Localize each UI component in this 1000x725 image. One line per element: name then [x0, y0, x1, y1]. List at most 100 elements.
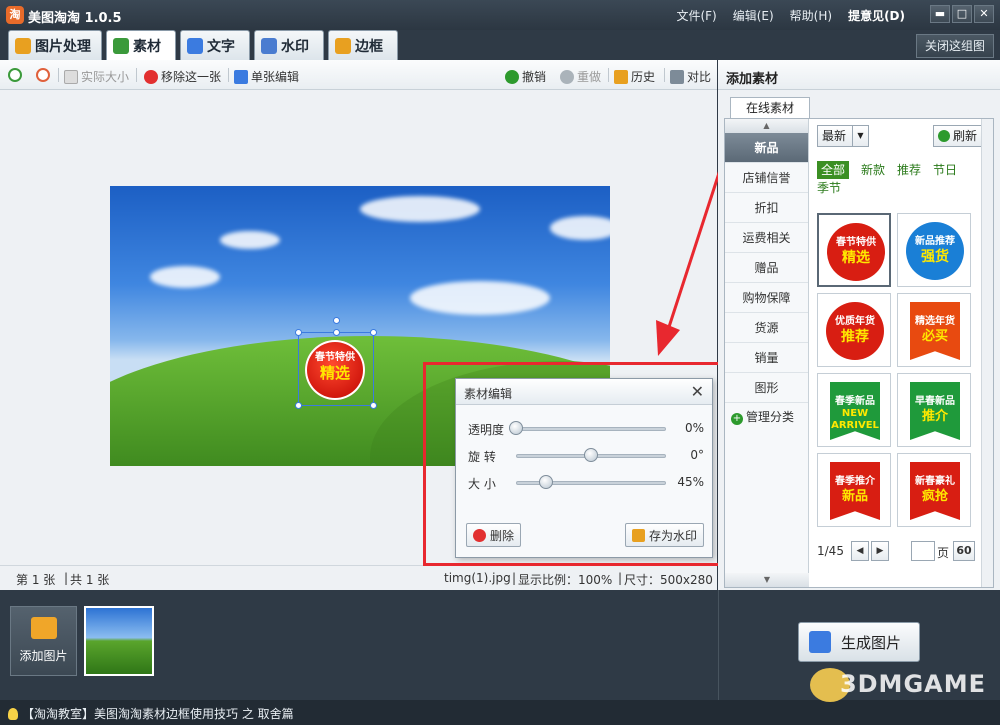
scroll-down-button[interactable]: ▼: [725, 573, 809, 587]
cloud: [550, 216, 610, 240]
sticker-tile[interactable]: 春节特供 精选: [817, 213, 891, 287]
rotate-handle[interactable]: [333, 317, 340, 324]
sticker: 新春豪礼 疯抢: [910, 462, 960, 520]
menu-file[interactable]: 文件(F): [676, 7, 716, 24]
zoom-out-button[interactable]: [36, 68, 53, 82]
tab-image-processing[interactable]: 图片处理: [8, 30, 102, 60]
sticker-tile[interactable]: 新春豪礼 疯抢: [897, 453, 971, 527]
category-item[interactable]: 图形: [725, 373, 808, 403]
add-image-button[interactable]: 添加图片: [10, 606, 77, 676]
history-button[interactable]: 历史: [614, 68, 655, 85]
menu-feedback[interactable]: 提意见(D): [848, 7, 905, 24]
sticker-tile[interactable]: 早春新品 推介: [897, 373, 971, 447]
image-thumbnail[interactable]: [84, 606, 154, 676]
redo-button[interactable]: 重做: [560, 68, 601, 85]
filter-all[interactable]: 全部: [817, 161, 850, 179]
status-page: 第 1 张: [16, 573, 56, 587]
tab-bar: 图片处理 素材 文字 水印 边框 关闭这组图: [0, 30, 1000, 60]
category-item[interactable]: 销量: [725, 343, 808, 373]
resize-handle[interactable]: [295, 402, 302, 409]
category-item[interactable]: 货源: [725, 313, 808, 343]
zoom-in-button[interactable]: [8, 68, 25, 82]
status-divider: |: [64, 571, 69, 585]
close-window-button[interactable]: ✕: [974, 5, 994, 23]
sticker-tile[interactable]: 新品推荐 强货: [897, 213, 971, 287]
border-icon: [335, 37, 351, 54]
resize-handle[interactable]: [295, 329, 302, 336]
remove-one-button[interactable]: 移除这一张: [144, 68, 221, 85]
tab-material[interactable]: 素材: [106, 30, 176, 60]
tab-label: 文字: [207, 38, 235, 55]
sort-select[interactable]: 最新 ▼: [817, 125, 869, 147]
actual-size-label: 实际大小: [81, 70, 130, 84]
tab-text[interactable]: 文字: [180, 30, 250, 60]
scroll-up-button[interactable]: ▲: [725, 119, 808, 133]
status-divider: |: [512, 571, 517, 585]
material-panel: 添加素材 在线素材 ▲ 新品 店铺信誉 折扣 运费相关 赠品 购物保障 货源 销…: [718, 60, 1000, 590]
category-item[interactable]: 店铺信誉: [725, 163, 808, 193]
status-bar: 第 1 张 | 共 1 张 timg(1).jpg | 显示比例：100% | …: [0, 565, 717, 590]
title-bar: 淘 美图淘淘 1.0.5 文件(F) 编辑(E) 帮助(H) 提意见(D) ▬ …: [0, 0, 1000, 30]
undo-icon: [505, 69, 519, 84]
panel-scrollbar[interactable]: [981, 119, 993, 587]
single-edit-button[interactable]: 单张编辑: [234, 68, 299, 85]
redo-label: 重做: [577, 70, 602, 84]
sticker: 精选年货 必买: [910, 302, 960, 360]
next-page-button[interactable]: ▶: [871, 541, 889, 561]
tab-border[interactable]: 边框: [328, 30, 398, 60]
filter-recommend[interactable]: 推荐: [897, 161, 921, 179]
resize-handle[interactable]: [370, 329, 377, 336]
compare-icon: [670, 69, 684, 84]
prev-page-button[interactable]: ◀: [851, 541, 869, 561]
go-page-button[interactable]: 60: [953, 541, 975, 561]
sticker: 早春新品 推介: [910, 382, 960, 440]
category-item[interactable]: 运费相关: [725, 223, 808, 253]
status-filename: timg(1).jpg: [444, 571, 511, 585]
filter-new[interactable]: 新款: [861, 161, 885, 179]
add-image-label: 添加图片: [19, 649, 68, 663]
sticker-tile[interactable]: 精选年货 必买: [897, 293, 971, 367]
filter-season[interactable]: 季节: [817, 179, 841, 197]
sticker-tile[interactable]: 优质年货 推荐: [817, 293, 891, 367]
selection-box[interactable]: [295, 317, 377, 409]
manage-categories-button[interactable]: + 管理分类: [725, 403, 808, 431]
highlight-frame: [423, 362, 727, 566]
menu-bar: 文件(F) 编辑(E) 帮助(H) 提意见(D): [676, 7, 905, 24]
toolbar-separator: [664, 68, 665, 82]
filter-holiday[interactable]: 节日: [933, 161, 957, 179]
toolbar-separator: [608, 68, 609, 82]
tips-text[interactable]: 【淘淘教室】美图淘淘素材边框使用技巧 之 取舍篇: [22, 707, 294, 721]
resize-handle[interactable]: [370, 402, 377, 409]
tab-label: 素材: [133, 38, 161, 55]
generate-image-button[interactable]: 生成图片: [798, 622, 920, 662]
tab-online-material[interactable]: 在线素材: [730, 97, 810, 119]
sticker-tile[interactable]: 春季推介 新品: [817, 453, 891, 527]
compare-button[interactable]: 对比: [670, 68, 711, 85]
sticker-top: 早春新品: [915, 396, 955, 407]
menu-help[interactable]: 帮助(H): [790, 7, 832, 24]
tab-watermark[interactable]: 水印: [254, 30, 324, 60]
actual-size-button[interactable]: 实际大小: [64, 68, 129, 85]
category-item[interactable]: 新品: [725, 133, 808, 163]
maximize-button[interactable]: □: [952, 5, 972, 23]
status-size: 尺寸：500x280: [624, 573, 713, 587]
sticker-bottom: 疯抢: [921, 489, 948, 504]
redo-icon: [560, 69, 574, 84]
generate-icon: [809, 631, 831, 653]
status-scale: 显示比例：100%: [518, 573, 613, 587]
sticker-tile[interactable]: 春季新品 NEW ARRIVEL: [817, 373, 891, 447]
menu-edit[interactable]: 编辑(E): [733, 7, 774, 24]
close-group-button[interactable]: 关闭这组图: [915, 34, 994, 58]
tips-bar[interactable]: 【淘淘教室】美图淘淘素材边框使用技巧 之 取舍篇: [0, 700, 1000, 725]
minimize-button[interactable]: ▬: [930, 5, 950, 23]
sticker-bottom: 必买: [921, 329, 948, 344]
toolbar-separator: [58, 68, 59, 82]
undo-button[interactable]: 撤销: [505, 68, 546, 85]
page-input[interactable]: [911, 541, 935, 561]
category-item[interactable]: 赠品: [725, 253, 808, 283]
plus-icon: +: [731, 413, 743, 425]
category-item[interactable]: 购物保障: [725, 283, 808, 313]
add-image-icon: [30, 617, 57, 639]
resize-handle[interactable]: [333, 329, 340, 336]
category-item[interactable]: 折扣: [725, 193, 808, 223]
